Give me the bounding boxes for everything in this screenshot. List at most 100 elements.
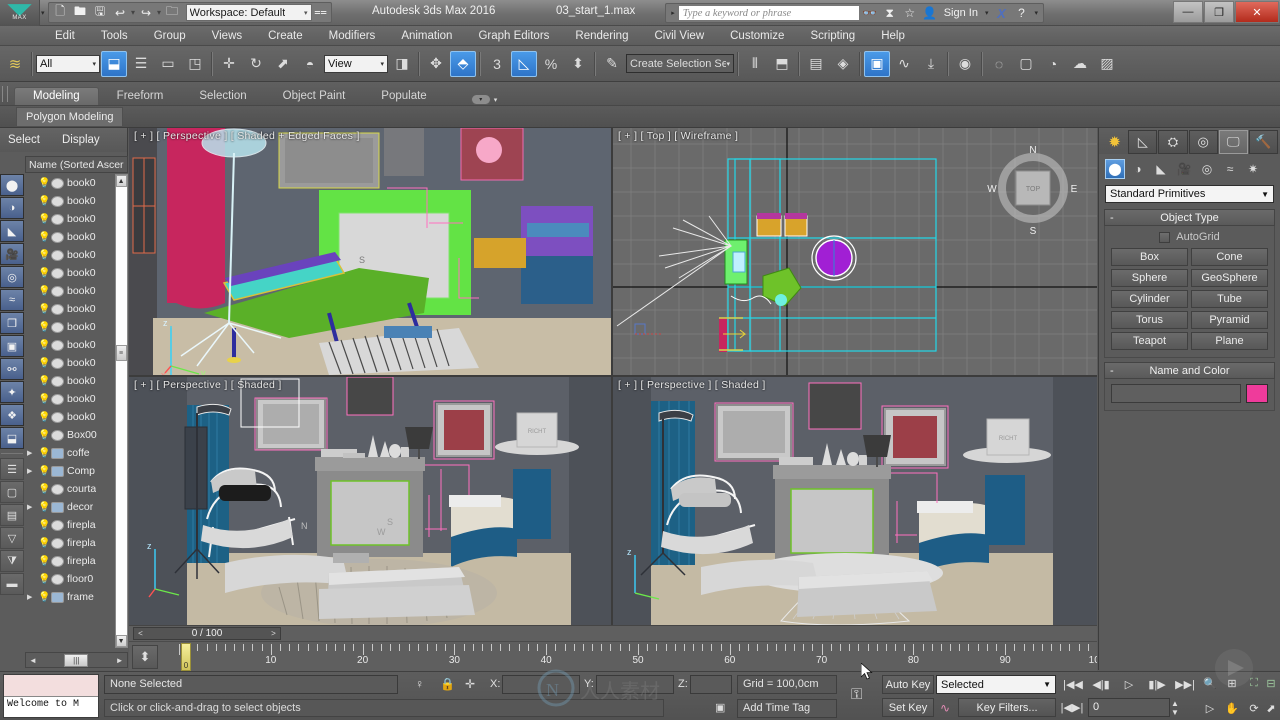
scene-explorer-row[interactable]: 💡 book0: [25, 318, 128, 336]
auto-key-button[interactable]: Auto Key: [882, 675, 934, 694]
isolate-selection-icon[interactable]: ♀: [415, 677, 424, 691]
menu-item-graph-editors[interactable]: Graph Editors: [465, 26, 562, 46]
key-selection-dropdown[interactable]: Selected ▼: [936, 675, 1056, 694]
menu-item-modifiers[interactable]: Modifiers: [316, 26, 389, 46]
menu-item-create[interactable]: Create: [255, 26, 316, 46]
motion-tab[interactable]: ◎: [1188, 130, 1218, 154]
scene-explorer-button[interactable]: ◈: [830, 51, 856, 77]
light-bulb-icon[interactable]: 💡: [38, 358, 50, 369]
display-geometry-icon[interactable]: ⬤: [0, 174, 24, 196]
scroll-down-icon[interactable]: ▼: [115, 635, 127, 647]
scene-explorer-row[interactable]: 💡 book0: [25, 408, 128, 426]
select-object-button[interactable]: ⬓: [101, 50, 127, 77]
absolute-relative-transform-icon[interactable]: ✛: [465, 677, 475, 691]
select-and-rotate-button[interactable]: ↻: [243, 51, 269, 77]
new-file-icon[interactable]: 🗋: [51, 4, 70, 22]
autodesk-exchange-icon[interactable]: ⧗: [880, 6, 900, 21]
select-and-manipulate-button[interactable]: ✥: [423, 51, 449, 77]
selection-filter-dropdown[interactable]: All ▾: [36, 54, 100, 73]
go-to-start-button[interactable]: |◀◀: [1060, 675, 1086, 694]
ribbon-tab-populate[interactable]: Populate: [363, 88, 444, 105]
play-animation-button[interactable]: ▷: [1116, 675, 1142, 694]
object-name-input[interactable]: [1111, 384, 1241, 403]
ribbon-popout-icon[interactable]: ▾: [470, 94, 491, 105]
snaps-toggle-button[interactable]: ⬘: [450, 50, 476, 77]
current-frame-input[interactable]: 0: [1088, 698, 1170, 717]
shapes-icon[interactable]: ◑: [1128, 159, 1148, 179]
previous-frame-button[interactable]: ◀|▮: [1088, 675, 1114, 694]
display-lights-icon[interactable]: ◣: [0, 220, 24, 242]
redo-icon[interactable]: ↪: [137, 4, 156, 22]
undo-icon[interactable]: ↩: [111, 4, 130, 22]
cameras-icon[interactable]: 🎥: [1174, 159, 1194, 179]
object-type-rollout-header[interactable]: - Object Type: [1104, 209, 1275, 226]
zoom-all-icon[interactable]: ⊞: [1222, 672, 1242, 694]
expand-triangle-icon[interactable]: ▶: [27, 449, 35, 457]
workspace-selector[interactable]: Workspace: Default ▾: [185, 4, 312, 21]
help-icon[interactable]: ?: [1011, 6, 1031, 20]
scene-explorer-vertical-scrollbar[interactable]: ▲ ≡ ▼: [114, 174, 128, 648]
display-helpers-icon[interactable]: ◎: [0, 266, 24, 288]
application-menu-arrow-icon[interactable]: ▾: [41, 9, 45, 17]
menu-item-civil-view[interactable]: Civil View: [641, 26, 717, 46]
scene-explorer-row[interactable]: ▶ 💡 coffe: [25, 444, 128, 462]
ribbon-tab-selection[interactable]: Selection: [181, 88, 264, 105]
time-slider-handle[interactable]: 0: [181, 643, 191, 671]
spinner-snap-toggle-button[interactable]: ⬍: [565, 51, 591, 77]
menu-item-animation[interactable]: Animation: [388, 26, 465, 46]
expand-triangle-icon[interactable]: ▶: [27, 503, 35, 511]
systems-icon[interactable]: ✷: [1243, 159, 1263, 179]
display-space-warps-icon[interactable]: ≈: [0, 289, 24, 311]
scene-explorer-row[interactable]: 💡 book0: [25, 246, 128, 264]
viewport-4-label[interactable]: [ + ] [ Perspective ] [ Shaded ]: [618, 379, 766, 391]
favorites-star-icon[interactable]: ☆: [900, 6, 920, 20]
render-setup-dialog-button[interactable]: ◌: [986, 51, 1012, 77]
light-bulb-icon[interactable]: 💡: [38, 520, 50, 531]
collapse-icon[interactable]: -: [1110, 365, 1114, 377]
scene-explorer-row[interactable]: 💡 book0: [25, 264, 128, 282]
menu-item-help[interactable]: Help: [868, 26, 918, 46]
light-bulb-icon[interactable]: 💡: [38, 448, 50, 459]
snap-3-button[interactable]: 3: [484, 51, 510, 77]
create-pyramid-button[interactable]: Pyramid: [1191, 311, 1268, 329]
light-bulb-icon[interactable]: 💡: [38, 322, 50, 333]
scene-explorer-row[interactable]: 💡 book0: [25, 390, 128, 408]
lights-icon[interactable]: ◣: [1151, 159, 1171, 179]
menu-item-rendering[interactable]: Rendering: [562, 26, 641, 46]
hscrollbar-thumb[interactable]: |||: [64, 653, 89, 667]
light-bulb-icon[interactable]: 💡: [38, 268, 50, 279]
create-tube-button[interactable]: Tube: [1191, 290, 1268, 308]
schematic-view-button[interactable]: ⤓: [918, 51, 944, 77]
z-coord-input[interactable]: [690, 675, 732, 694]
go-to-end-button[interactable]: ▶▶|: [1172, 675, 1198, 694]
display-xrefs-icon[interactable]: ▣: [0, 335, 24, 357]
restore-button[interactable]: ❐: [1204, 1, 1234, 23]
menu-item-tools[interactable]: Tools: [88, 26, 141, 46]
hierarchy-tab[interactable]: ⛭: [1158, 130, 1188, 154]
scene-explorer-row[interactable]: 💡 firepla: [25, 534, 128, 552]
viewport-perspective-shaded-edged[interactable]: S z y x [+] [Perspective] [Shaded +…: [129, 128, 611, 375]
scroll-up-icon[interactable]: ▲: [115, 175, 127, 187]
scene-explorer-row[interactable]: 💡 book0: [25, 174, 128, 192]
prev-frame-arrow-icon[interactable]: <: [134, 629, 147, 638]
maxscript-mini-listener[interactable]: Welcome to M: [3, 674, 99, 718]
scene-explorer-row[interactable]: ▶ 💡 frame: [25, 588, 128, 606]
light-bulb-icon[interactable]: 💡: [38, 214, 50, 225]
create-cylinder-button[interactable]: Cylinder: [1111, 290, 1188, 308]
display-bones-icon[interactable]: ⚯: [0, 358, 24, 380]
light-bulb-icon[interactable]: 💡: [38, 286, 50, 297]
scene-explorer-row[interactable]: ▶ 💡 Comp: [25, 462, 128, 480]
menu-item-customize[interactable]: Customize: [717, 26, 797, 46]
use-pivot-point-center-button[interactable]: ◨: [389, 51, 415, 77]
object-color-swatch[interactable]: [1246, 384, 1268, 403]
light-bulb-icon[interactable]: 💡: [38, 484, 50, 495]
scene-explorer-row[interactable]: 💡 book0: [25, 336, 128, 354]
application-menu-button[interactable]: ◥◤ MAX: [0, 0, 40, 26]
primitive-type-dropdown[interactable]: Standard Primitives ▼: [1105, 185, 1274, 203]
autogrid-checkbox[interactable]: [1159, 231, 1171, 243]
ribbon-popout-arrow-icon[interactable]: ▾: [494, 96, 498, 104]
reference-coordinate-system-dropdown[interactable]: View ▾: [324, 54, 388, 73]
select-and-scale-button[interactable]: ⬈: [270, 51, 296, 77]
add-time-tag-button[interactable]: Add Time Tag: [737, 699, 837, 718]
pan-view-icon[interactable]: ✋: [1222, 697, 1242, 719]
